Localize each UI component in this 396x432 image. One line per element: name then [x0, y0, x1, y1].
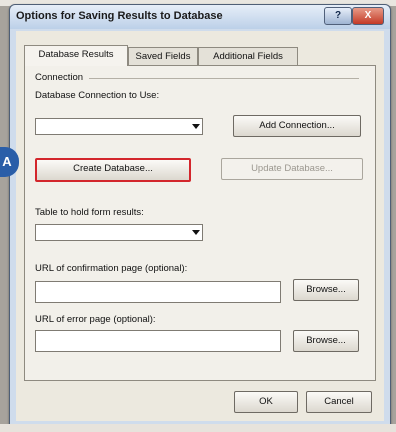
db-connection-label: Database Connection to Use: [35, 90, 160, 101]
help-button[interactable]: ? [324, 7, 352, 25]
create-database-button[interactable]: Create Database... [35, 158, 191, 182]
tab-database-results[interactable]: Database Results [24, 45, 128, 66]
options-dialog: Options for Saving Results to Database ?… [9, 4, 391, 428]
close-button[interactable]: X [352, 7, 384, 25]
paper-edge-bottom [0, 424, 396, 432]
dialog-body: Database Results Saved Fields Additional… [16, 31, 384, 421]
error-url-input[interactable] [35, 330, 281, 352]
confirm-url-input[interactable] [35, 281, 281, 303]
title-bar: Options for Saving Results to Database ?… [10, 5, 390, 29]
confirm-url-label: URL of confirmation page (optional): [35, 263, 188, 274]
tab-panel-database-results: Connection Database Connection to Use: A… [24, 65, 376, 381]
ok-button[interactable]: OK [234, 391, 298, 413]
dialog-title: Options for Saving Results to Database [16, 10, 223, 22]
chevron-down-icon [192, 124, 200, 129]
tab-additional-fields[interactable]: Additional Fields [198, 47, 298, 65]
db-connection-select[interactable] [35, 118, 203, 135]
chevron-down-icon [192, 230, 200, 235]
table-label: Table to hold form results: [35, 207, 144, 218]
tab-saved-fields[interactable]: Saved Fields [128, 47, 198, 65]
table-select[interactable] [35, 224, 203, 241]
cancel-button[interactable]: Cancel [306, 391, 372, 413]
error-url-label: URL of error page (optional): [35, 314, 156, 325]
update-database-button: Update Database... [221, 158, 363, 180]
add-connection-button[interactable]: Add Connection... [233, 115, 361, 137]
group-divider [89, 78, 359, 79]
browse-confirm-button[interactable]: Browse... [293, 279, 359, 301]
connection-group-label: Connection [35, 72, 84, 83]
browse-error-button[interactable]: Browse... [293, 330, 359, 352]
